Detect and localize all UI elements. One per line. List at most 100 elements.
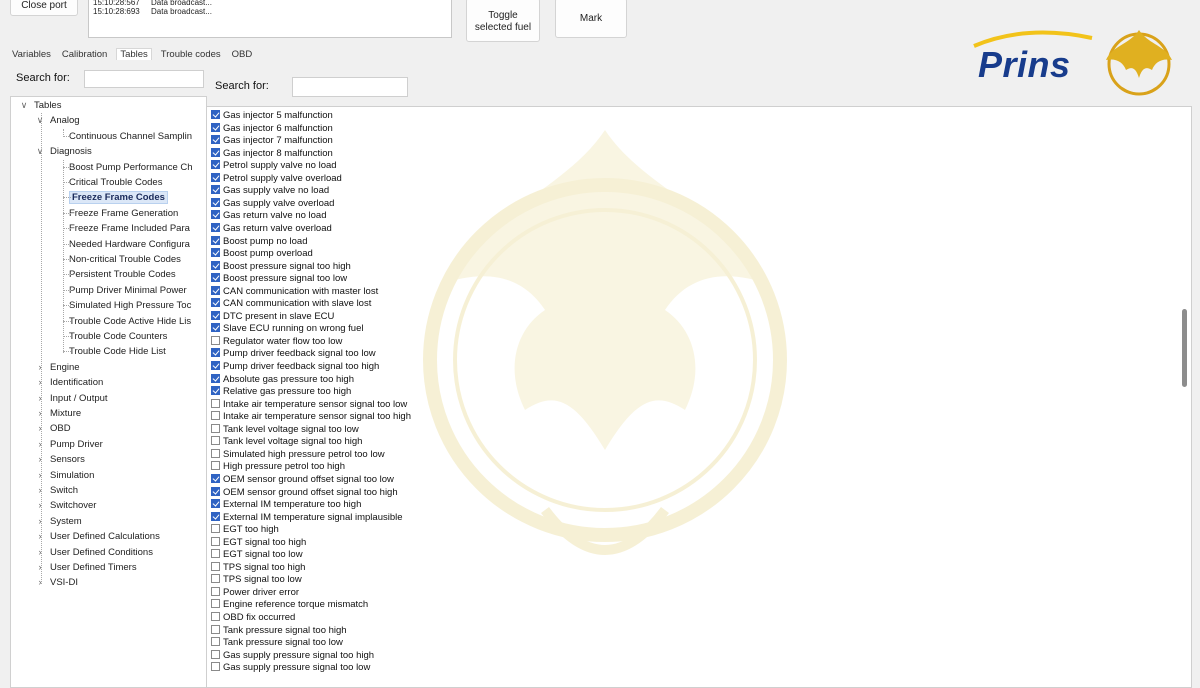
code-checkbox[interactable] [211, 473, 220, 483]
tree-item[interactable]: › Pump Driver [35, 437, 103, 452]
tree-item[interactable]: Needed Hardware Configura [69, 237, 190, 252]
code-checkbox[interactable] [211, 197, 220, 207]
code-checkbox[interactable] [211, 260, 220, 270]
code-checkbox[interactable] [211, 348, 220, 358]
code-checkbox[interactable] [211, 662, 220, 672]
chevron-right-icon[interactable]: › [35, 406, 45, 421]
code-checkbox[interactable] [211, 172, 220, 182]
tree-item[interactable]: › Sensors [35, 452, 85, 467]
tree-item[interactable]: ∨ Diagnosis [35, 144, 92, 159]
code-checkbox[interactable] [211, 599, 220, 609]
code-checkbox[interactable] [211, 511, 220, 521]
code-checkbox[interactable] [211, 285, 220, 295]
code-checkbox[interactable] [211, 273, 220, 283]
tree-item[interactable]: Pump Driver Minimal Power [69, 283, 187, 298]
tab-tables[interactable]: Tables [116, 48, 152, 60]
code-checkbox[interactable] [211, 298, 220, 308]
code-checkbox[interactable] [211, 411, 220, 421]
chevron-right-icon[interactable]: › [35, 437, 45, 452]
code-checkbox[interactable] [211, 637, 220, 647]
tree-item[interactable]: Trouble Code Active Hide Lis [69, 314, 191, 329]
close-port-button[interactable]: Close port [10, 0, 78, 16]
tree-item[interactable]: Trouble Code Hide List [69, 344, 166, 359]
tree-item[interactable]: › User Defined Calculations [35, 529, 160, 544]
tree-item[interactable]: Freeze Frame Included Para [69, 221, 190, 236]
code-checkbox[interactable] [211, 436, 220, 446]
tab-calibration[interactable]: Calibration [60, 48, 109, 61]
code-checkbox[interactable] [211, 310, 220, 320]
code-checkbox[interactable] [211, 122, 220, 132]
code-checkbox[interactable] [211, 135, 220, 145]
tree-item[interactable]: Freeze Frame Codes [69, 190, 168, 205]
code-checkbox[interactable] [211, 561, 220, 571]
code-checkbox[interactable] [211, 210, 220, 220]
toggle-selected-fuel-button[interactable]: Toggle selected fuel [466, 0, 540, 42]
code-checkbox[interactable] [211, 398, 220, 408]
chevron-right-icon[interactable]: › [35, 545, 45, 560]
chevron-right-icon[interactable]: › [35, 468, 45, 483]
code-checkbox[interactable] [211, 486, 220, 496]
tree-item[interactable]: › User Defined Conditions [35, 545, 153, 560]
chevron-down-icon[interactable]: ∨ [35, 113, 45, 128]
chevron-right-icon[interactable]: › [35, 483, 45, 498]
code-checkbox[interactable] [211, 147, 220, 157]
code-checkbox[interactable] [211, 335, 220, 345]
tree-search-input[interactable] [84, 70, 204, 88]
tree-item[interactable]: Simulated High Pressure Toc [69, 298, 191, 313]
code-checkbox[interactable] [211, 110, 220, 119]
chevron-right-icon[interactable]: › [35, 452, 45, 467]
code-checkbox[interactable] [211, 222, 220, 232]
tree-item[interactable]: Persistent Trouble Codes [69, 267, 176, 282]
chevron-right-icon[interactable]: › [35, 514, 45, 529]
code-checkbox[interactable] [211, 448, 220, 458]
code-checkbox[interactable] [211, 361, 220, 370]
code-checkbox[interactable] [211, 524, 220, 534]
code-checkbox[interactable] [211, 649, 220, 659]
tree-item[interactable]: Continuous Channel Samplin [69, 129, 192, 144]
code-checkbox[interactable] [211, 586, 220, 596]
tab-trouble-codes[interactable]: Trouble codes [159, 48, 223, 61]
chevron-down-icon[interactable]: ∨ [19, 98, 29, 113]
code-checkbox[interactable] [211, 624, 220, 634]
tree-item[interactable]: › Switchover [35, 498, 97, 513]
code-checkbox[interactable] [211, 386, 220, 396]
codes-search-input[interactable] [292, 77, 408, 97]
chevron-right-icon[interactable]: › [35, 421, 45, 436]
tab-variables[interactable]: Variables [10, 48, 53, 61]
tree-item[interactable]: Freeze Frame Generation [69, 206, 178, 221]
tree-item[interactable]: › Identification [35, 375, 104, 390]
chevron-down-icon[interactable]: ∨ [35, 144, 45, 159]
code-checkbox[interactable] [211, 373, 220, 383]
tree-item[interactable]: › System [35, 514, 82, 529]
tree-item[interactable]: Non-critical Trouble Codes [69, 252, 181, 267]
code-checkbox[interactable] [211, 574, 220, 584]
vertical-scrollbar[interactable] [1181, 111, 1189, 681]
chevron-right-icon[interactable]: › [35, 529, 45, 544]
tree-item[interactable]: Critical Trouble Codes [69, 175, 162, 190]
code-checkbox[interactable] [211, 235, 220, 245]
tree-item[interactable]: › User Defined Timers [35, 560, 137, 575]
tree-item[interactable]: › Simulation [35, 468, 95, 483]
code-checkbox[interactable] [211, 549, 220, 559]
chevron-right-icon[interactable]: › [35, 498, 45, 513]
code-checkbox[interactable] [211, 612, 220, 621]
mark-button[interactable]: Mark [555, 0, 627, 38]
code-checkbox[interactable] [211, 160, 220, 170]
chevron-right-icon[interactable]: › [35, 375, 45, 390]
code-checkbox[interactable] [211, 423, 220, 433]
tree-item[interactable]: Trouble Code Counters [69, 329, 167, 344]
code-checkbox[interactable] [211, 461, 220, 471]
code-checkbox[interactable] [211, 248, 220, 258]
code-checkbox[interactable] [211, 185, 220, 195]
chevron-right-icon[interactable]: › [35, 560, 45, 575]
tree-item[interactable]: ∨ Tables [19, 98, 62, 113]
chevron-right-icon[interactable]: › [35, 391, 45, 406]
code-checkbox[interactable] [211, 323, 220, 333]
tree-item[interactable]: Boost Pump Performance Ch [69, 160, 193, 175]
code-checkbox[interactable] [211, 499, 220, 509]
scrollbar-thumb[interactable] [1182, 309, 1187, 387]
code-checkbox[interactable] [211, 536, 220, 546]
chevron-right-icon[interactable]: › [35, 575, 45, 590]
tree-item[interactable]: › Input / Output [35, 391, 108, 406]
tab-obd[interactable]: OBD [230, 48, 255, 61]
